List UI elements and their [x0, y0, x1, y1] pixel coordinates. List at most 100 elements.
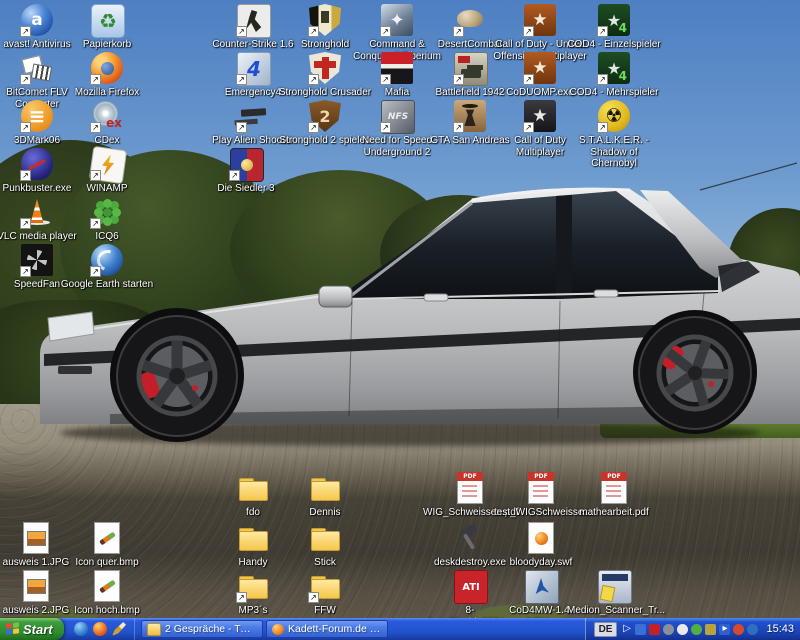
language-indicator[interactable]: DE	[594, 622, 618, 637]
shortcut-arrow: ↗	[20, 26, 31, 37]
folder-icon	[309, 522, 341, 554]
speedfan-tray-icon[interactable]	[705, 624, 716, 635]
network-icon[interactable]	[635, 624, 646, 635]
hammer-icon	[454, 522, 486, 554]
icon-label: mathearbeit.pdf	[579, 507, 649, 519]
pdf-icon	[601, 472, 627, 504]
task-button-label: 2 Gespräche - Twisst...	[165, 623, 257, 635]
quick-launch	[64, 618, 135, 640]
icon-label: COD4 - Einzelspieler	[567, 39, 660, 51]
recycle-icon	[91, 4, 125, 38]
installer-icon	[525, 570, 559, 604]
icon-label: fdo	[246, 507, 260, 519]
taskbar: Start 2 Gespräche - Twisst... Kadett-Foru…	[0, 618, 800, 640]
avast-tray-icon[interactable]	[733, 624, 744, 635]
start-label: Start	[23, 622, 53, 637]
folder-icon	[147, 623, 161, 636]
desktop-icon[interactable]: bloodyday.swf	[494, 522, 588, 569]
shortcut-arrow: ↗	[90, 74, 101, 85]
swf-icon	[528, 522, 554, 554]
desktop-icon[interactable]: ↗WINAMP	[60, 148, 154, 195]
desktop-icon[interactable]: Dennis	[278, 472, 372, 519]
firefox-icon	[272, 624, 284, 635]
shortcut-arrow: ↗	[236, 74, 247, 85]
shortcut-arrow: ↗	[453, 122, 464, 133]
desktop-icon[interactable]: Stick	[278, 522, 372, 569]
icon-label: Dennis	[309, 507, 340, 519]
taskbar-clock[interactable]: 15:43	[762, 623, 794, 635]
shortcut-arrow: ↗	[597, 26, 608, 37]
icon-label: CoDUOMP.exe	[506, 87, 574, 99]
icon-label: COD4 - Mehrspieler	[570, 87, 659, 99]
desktop-icon[interactable]: mathearbeit.pdf	[567, 472, 661, 519]
task-buttons: 2 Gespräche - Twisst... Kadett-Forum.de |…	[135, 618, 388, 640]
start-button[interactable]: Start	[0, 618, 64, 640]
desktop-icon[interactable]: ↗ CDex	[60, 100, 154, 147]
desktop-icon[interactable]: Medion_Scanner_Tr...	[567, 570, 661, 617]
shortcut-arrow: ↗	[90, 170, 101, 181]
shortcut-arrow: ↗	[380, 122, 391, 133]
volume-icon[interactable]	[663, 624, 674, 635]
media-player-icon[interactable]: ▸	[719, 624, 730, 635]
pdf-icon	[528, 472, 554, 504]
shortcut-arrow: ↗	[236, 26, 247, 37]
shortcut-arrow: ↗	[236, 592, 247, 603]
bmp-icon	[94, 522, 120, 554]
icon-label: CDex	[94, 135, 119, 147]
windows-flag-icon	[6, 622, 19, 635]
shortcut-arrow: ↗	[523, 26, 534, 37]
shortcut-arrow: ↗	[523, 74, 534, 85]
internet-explorer-icon[interactable]	[74, 622, 88, 636]
task-button-label: Kadett-Forum.de | Ei...	[288, 623, 382, 635]
clock-widget-icon[interactable]	[677, 624, 688, 635]
icon-label: Handy	[239, 557, 268, 569]
shortcut-arrow: ↗	[453, 74, 464, 85]
shortcut-arrow: ↗	[20, 266, 31, 277]
shortcut-arrow: ↗	[20, 74, 31, 85]
icq-tray-icon[interactable]	[691, 624, 702, 635]
desktop-icon[interactable]: Icon hoch.bmp	[60, 570, 154, 617]
desktop-icon[interactable]: ↗FFW	[278, 570, 372, 617]
shortcut-arrow: ↗	[453, 26, 464, 37]
desktop-icon[interactable]: ↗S.T.A.L.K.E.R. - Shadow of Chernobyl	[567, 100, 661, 170]
desktop-icon[interactable]: Papierkorb	[60, 4, 154, 51]
bmp-icon	[94, 570, 120, 602]
shortcut-arrow: ↗	[380, 26, 391, 37]
shortcut-arrow: ↗	[90, 122, 101, 133]
shortcut-arrow: ↗	[597, 122, 608, 133]
icon-label: Papierkorb	[83, 39, 131, 51]
bluetooth-icon[interactable]	[747, 624, 758, 635]
ati-icon[interactable]	[649, 624, 660, 635]
shortcut-arrow: ↗	[308, 122, 319, 133]
scanner-icon	[598, 570, 632, 604]
desktop-icon[interactable]: ↗COD4 - Mehrspieler	[567, 52, 661, 99]
icon-label: Stick	[314, 557, 336, 569]
desktop-icon[interactable]: ↗ Mozilla Firefox	[60, 52, 154, 99]
desktop-icon-layer: ↗avast! AntivirusPapierkorb↗Counter-Stri…	[0, 0, 800, 640]
desktop-icon[interactable]: Icon quer.bmp	[60, 522, 154, 569]
shortcut-arrow: ↗	[20, 170, 31, 181]
desktop-icon[interactable]: ↗Die Siedler 3	[199, 148, 293, 195]
icon-label: bloodyday.swf	[510, 557, 573, 569]
folder-icon	[309, 472, 341, 504]
shortcut-arrow: ↗	[90, 218, 101, 229]
icon-label: ICQ6	[95, 231, 118, 243]
task-button[interactable]: Kadett-Forum.de | Ei...	[266, 620, 388, 638]
icon-label: Mozilla Firefox	[75, 87, 139, 99]
icon-label: Mafia	[385, 87, 409, 99]
shortcut-arrow: ↗	[236, 122, 247, 133]
play-outline-icon[interactable]: ▷	[621, 624, 632, 635]
pencil-icon[interactable]	[112, 622, 126, 636]
browser-icon[interactable]	[93, 622, 107, 636]
icon-label: Icon hoch.bmp	[74, 605, 140, 617]
desktop-icon[interactable]: ↗ COD4 - Einzelspieler	[567, 4, 661, 51]
ati-icon	[454, 570, 488, 604]
shortcut-arrow: ↗	[308, 592, 319, 603]
shortcut-arrow: ↗	[308, 26, 319, 37]
task-button[interactable]: 2 Gespräche - Twisst...	[141, 620, 263, 638]
shortcut-arrow: ↗	[308, 74, 319, 85]
jpg-icon	[23, 570, 49, 602]
tray-icon-group: ▷▸	[621, 624, 758, 635]
desktop-icon[interactable]: ↗ ICQ6	[60, 196, 154, 243]
desktop-icon[interactable]: ↗Google Earth starten	[60, 244, 154, 291]
